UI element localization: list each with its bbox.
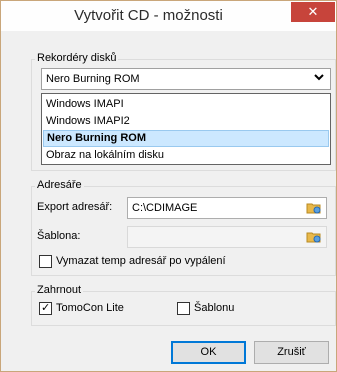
ok-button[interactable]: OK bbox=[171, 341, 246, 364]
title-bar: Vytvořit CD - možnosti ✕ bbox=[1, 1, 336, 31]
recorder-combobox[interactable]: Nero Burning ROM bbox=[41, 68, 331, 90]
template-checkbox-label[interactable]: Šablonu bbox=[194, 302, 234, 314]
cleanup-checkbox-label[interactable]: Vymazat temp adresář po vypálení bbox=[56, 255, 226, 267]
close-button[interactable]: ✕ bbox=[291, 2, 335, 22]
folder-browse-icon[interactable] bbox=[306, 200, 322, 216]
recorder-option[interactable]: Windows IMAPI bbox=[43, 96, 329, 113]
dialog-window: Vytvořit CD - možnosti ✕ Rekordéry disků… bbox=[0, 0, 337, 372]
cleanup-checkbox[interactable] bbox=[39, 255, 52, 268]
include-group-label: Zahrnout bbox=[35, 284, 84, 296]
tomocon-checkbox[interactable]: ✓ bbox=[39, 302, 52, 315]
recorder-dropdown-list: Windows IMAPI Windows IMAPI2 Nero Burnin… bbox=[41, 93, 331, 165]
recorder-option[interactable]: Obraz na lokálním disku bbox=[43, 147, 329, 164]
folder-browse-icon[interactable] bbox=[306, 229, 322, 245]
template-dir-label: Šablona: bbox=[37, 230, 81, 242]
recorder-option[interactable]: Windows IMAPI2 bbox=[43, 113, 329, 130]
cancel-button[interactable]: Zrušiť bbox=[254, 341, 329, 364]
export-dir-value: C:\CDIMAGE bbox=[132, 202, 198, 214]
chevron-down-icon[interactable] bbox=[314, 72, 324, 85]
export-dir-label: Export adresář: bbox=[37, 201, 113, 213]
checkmark-icon: ✓ bbox=[41, 302, 51, 314]
dialog-title: Vytvořit CD - možnosti bbox=[74, 7, 223, 24]
export-dir-field[interactable]: C:\CDIMAGE bbox=[127, 197, 327, 219]
template-dir-field[interactable] bbox=[127, 226, 327, 248]
tomocon-checkbox-label[interactable]: TomoCon Lite bbox=[56, 302, 124, 314]
recorders-group-label: Rekordéry disků bbox=[35, 52, 119, 64]
directories-group-label: Adresáře bbox=[35, 179, 84, 191]
recorder-option-selected[interactable]: Nero Burning ROM bbox=[43, 130, 329, 147]
template-checkbox[interactable] bbox=[177, 302, 190, 315]
recorder-combobox-value: Nero Burning ROM bbox=[46, 73, 140, 85]
